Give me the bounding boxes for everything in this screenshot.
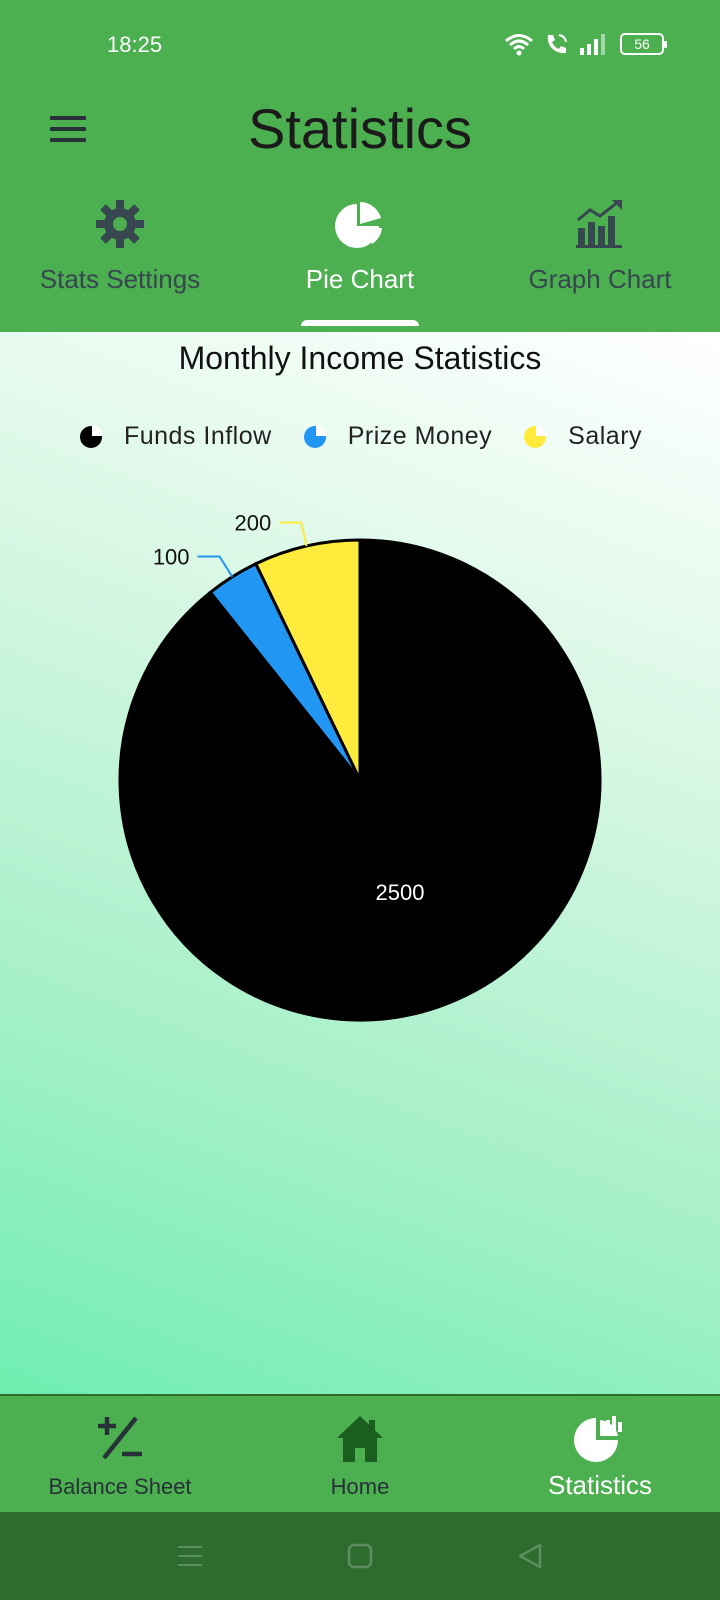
- home-square-icon: [347, 1543, 373, 1569]
- nav-label: Statistics: [547, 1470, 653, 1500]
- system-navigation-bar: [0, 1512, 720, 1600]
- recents-button[interactable]: [165, 1531, 215, 1581]
- status-icons: 56: [504, 32, 667, 56]
- nav-balance-sheet[interactable]: Balance Sheet: [0, 1396, 240, 1512]
- home-button[interactable]: [335, 1531, 385, 1581]
- active-tab-indicator: [301, 320, 419, 326]
- tab-pie-chart[interactable]: Pie Chart: [240, 192, 480, 332]
- data-label-funds-inflow: 2500: [376, 880, 425, 905]
- battery-icon: 56: [620, 33, 667, 55]
- signal-icon: [580, 34, 605, 55]
- bottom-navigation: Balance Sheet Home Statistics: [0, 1394, 720, 1512]
- back-button[interactable]: [505, 1531, 555, 1581]
- data-label-salary: 200: [235, 511, 272, 536]
- nav-label: Home: [330, 1474, 390, 1499]
- back-triangle-icon: [518, 1543, 542, 1569]
- page-title: Statistics: [247, 97, 473, 160]
- tab-stats-settings[interactable]: Stats Settings: [0, 192, 240, 332]
- label-leader-line: [197, 555, 234, 578]
- data-label-prize-money: 100: [153, 544, 190, 569]
- bar-graph-icon: [574, 198, 626, 250]
- plus-minus-icon: [94, 1412, 146, 1466]
- wifi-icon: [505, 34, 533, 56]
- nav-statistics[interactable]: Statistics: [480, 1396, 720, 1512]
- pie-chart: 2500 100 200: [118, 511, 602, 1022]
- status-time: 18:25: [107, 32, 163, 57]
- nav-home[interactable]: Home: [240, 1396, 480, 1512]
- tab-label: Pie Chart: [305, 264, 415, 294]
- nav-label: Balance Sheet: [48, 1474, 192, 1499]
- tab-graph-chart[interactable]: Graph Chart: [480, 192, 720, 332]
- recents-icon: [178, 1546, 202, 1566]
- call-icon: [547, 34, 567, 54]
- gear-icon: [94, 198, 146, 250]
- home-icon: [335, 1412, 385, 1466]
- label-leader-line: [279, 521, 308, 547]
- statistics-icon: [574, 1412, 626, 1466]
- tab-label: Graph Chart: [528, 264, 672, 294]
- status-bar: 18:25 56: [0, 0, 720, 92]
- tab-label: Stats Settings: [39, 264, 201, 294]
- pie-chart-icon: [334, 198, 386, 250]
- app-bar: Statistics Stats Settings Pie Chart Grap…: [0, 92, 720, 332]
- chart-content: Monthly Income Statistics Funds Inflow P…: [0, 332, 720, 1394]
- tab-bar: Stats Settings Pie Chart Graph Chart: [0, 192, 720, 332]
